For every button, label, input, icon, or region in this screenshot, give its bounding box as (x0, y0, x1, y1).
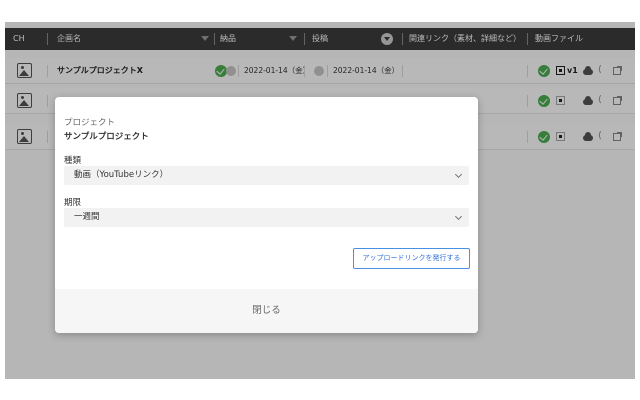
modal-project-name: サンプルプロジェクト (64, 132, 149, 142)
deadline-select[interactable]: 一週間 (64, 208, 469, 227)
close-button[interactable]: 閉じる (55, 289, 478, 333)
screen: CH 企画名 納品 投稿 関連リンク（素材、詳細など） 動画ファイル サンプルプ… (0, 0, 640, 400)
type-select-value: 動画（YouTubeリンク） (74, 170, 169, 180)
app-window: CH 企画名 納品 投稿 関連リンク（素材、詳細など） 動画ファイル サンプルプ… (5, 22, 635, 379)
modal-footer: 閉じる (55, 289, 478, 333)
modal-subtitle: プロジェクト (64, 118, 116, 128)
chevron-down-icon (454, 170, 463, 179)
deadline-select-value: 一週間 (74, 212, 100, 222)
chevron-down-icon (454, 212, 463, 221)
upload-link-modal: プロジェクト サンプルプロジェクト 種類 動画（YouTubeリンク） 期限 一… (55, 97, 478, 333)
issue-upload-link-button[interactable]: アップロードリンクを発行する (353, 248, 470, 269)
type-select[interactable]: 動画（YouTubeリンク） (64, 166, 469, 185)
type-label: 種類 (64, 156, 82, 166)
deadline-label: 期限 (64, 198, 82, 208)
